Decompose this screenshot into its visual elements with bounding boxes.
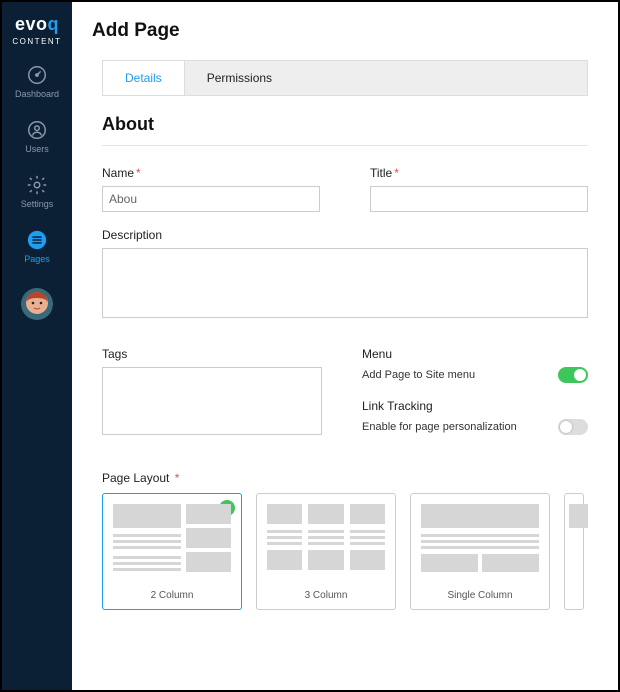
layout-option-2-column[interactable]: 2 Column xyxy=(102,493,242,610)
layout-thumbnail xyxy=(113,504,231,578)
page-layout-label: Page Layout * xyxy=(102,471,588,485)
sidebar-item-label: Pages xyxy=(24,254,50,264)
brand-logo: evoq xyxy=(15,14,59,35)
tab-label: Details xyxy=(125,71,162,85)
layout-thumbnail xyxy=(565,504,583,578)
layout-option-label: 2 Column xyxy=(113,590,231,601)
sidebar-item-users[interactable]: Users xyxy=(25,119,49,154)
tab-details[interactable]: Details xyxy=(103,61,185,95)
users-icon xyxy=(26,119,48,141)
sidebar-item-dashboard[interactable]: Dashboard xyxy=(15,64,59,99)
sidebar-item-label: Settings xyxy=(21,199,54,209)
layout-option-3-column[interactable]: 3 Column xyxy=(256,493,396,610)
menu-heading: Menu xyxy=(362,347,588,361)
tabs: Details Permissions xyxy=(102,60,588,96)
title-input[interactable] xyxy=(370,186,588,212)
layout-options[interactable]: 2 Column xyxy=(102,493,588,622)
layout-option-label: 3 Column xyxy=(267,590,385,601)
pages-icon xyxy=(26,229,48,251)
user-avatar[interactable] xyxy=(21,288,53,320)
sidebar-item-label: Users xyxy=(25,144,49,154)
sidebar: evoq CONTENT Dashboard Users Settings Pa… xyxy=(2,2,72,690)
divider xyxy=(102,145,588,146)
gauge-icon xyxy=(26,64,48,86)
name-label: Name* xyxy=(102,166,320,180)
description-textarea[interactable] xyxy=(102,248,588,318)
main-content: Add Page Details Permissions About Name*… xyxy=(72,2,618,690)
section-title: About xyxy=(102,114,588,135)
layout-thumbnail xyxy=(421,504,539,578)
layout-option-label: Single Column xyxy=(421,590,539,601)
layout-option-single-column[interactable]: Single Column xyxy=(410,493,550,610)
brand-subtitle: CONTENT xyxy=(12,37,61,46)
layout-option-more[interactable] xyxy=(564,493,584,610)
name-input[interactable] xyxy=(102,186,320,212)
sidebar-item-pages[interactable]: Pages xyxy=(24,229,50,264)
personalization-label: Enable for page personalization xyxy=(362,421,517,433)
title-label: Title* xyxy=(370,166,588,180)
tab-permissions[interactable]: Permissions xyxy=(185,61,294,95)
tab-label: Permissions xyxy=(207,71,272,85)
gear-icon xyxy=(26,174,48,196)
link-tracking-heading: Link Tracking xyxy=(362,399,588,413)
add-to-menu-label: Add Page to Site menu xyxy=(362,369,475,381)
sidebar-item-settings[interactable]: Settings xyxy=(21,174,54,209)
tags-input[interactable] xyxy=(102,367,322,435)
page-title: Add Page xyxy=(92,20,598,42)
add-to-menu-toggle[interactable] xyxy=(558,367,588,383)
tags-label: Tags xyxy=(102,347,322,361)
sidebar-item-label: Dashboard xyxy=(15,89,59,99)
personalization-toggle[interactable] xyxy=(558,419,588,435)
description-label: Description xyxy=(102,228,588,242)
layout-thumbnail xyxy=(267,504,385,578)
